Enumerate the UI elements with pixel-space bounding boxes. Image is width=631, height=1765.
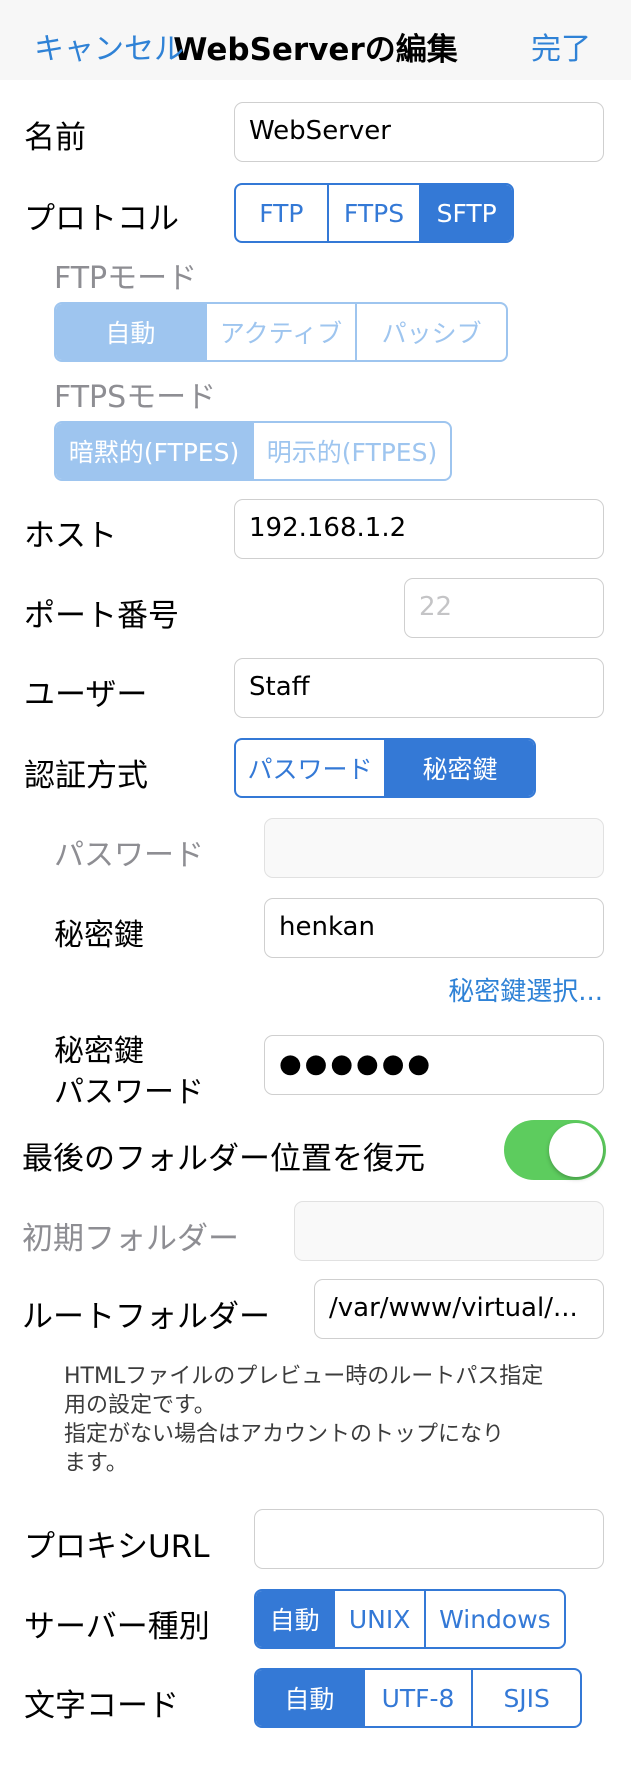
protocol-label: プロトコル: [24, 201, 179, 237]
password-label: パスワード: [54, 838, 204, 873]
charset-option-sjis[interactable]: SJIS: [471, 1670, 580, 1726]
ftps-mode-label: FTPSモード: [54, 380, 217, 415]
name-label: 名前: [24, 120, 86, 156]
root-folder-note-line: HTMLファイルのプレビュー時のルートパス指定: [64, 1364, 544, 1389]
initial-folder-field[interactable]: [294, 1201, 604, 1261]
auth-method-segmented-control: パスワード 秘密鍵: [234, 738, 536, 798]
name-field[interactable]: WebServer: [234, 102, 604, 162]
proxy-url-label: プロキシURL: [24, 1529, 210, 1565]
auth-option-password[interactable]: パスワード: [236, 740, 384, 796]
auth-option-private-key[interactable]: 秘密鍵: [384, 740, 534, 796]
ftp-mode-option-auto[interactable]: 自動: [56, 304, 205, 360]
user-field[interactable]: Staff: [234, 658, 604, 718]
server-type-option-windows[interactable]: Windows: [423, 1591, 564, 1647]
charset-segmented-control: 自動 UTF-8 SJIS: [254, 1668, 582, 1728]
root-folder-note-line: 指定がない場合はアカウントのトップになり: [64, 1422, 505, 1447]
server-type-label: サーバー種別: [24, 1609, 210, 1645]
auth-method-label: 認証方式: [24, 758, 148, 794]
restore-folder-toggle[interactable]: [504, 1120, 606, 1180]
port-field[interactable]: 22: [404, 578, 604, 638]
ftps-mode-segmented-control: 暗黙的(FTPES) 明示的(FTPES): [54, 421, 452, 481]
charset-option-auto[interactable]: 自動: [256, 1670, 363, 1726]
server-type-option-auto[interactable]: 自動: [256, 1591, 334, 1647]
toggle-knob: [549, 1123, 603, 1177]
charset-option-utf8[interactable]: UTF-8: [362, 1670, 472, 1726]
port-label: ポート番号: [24, 598, 179, 634]
root-folder-note-line: ます。: [64, 1451, 128, 1476]
key-password-label-line1: 秘密鍵: [54, 1034, 144, 1069]
private-key-field[interactable]: henkan: [264, 898, 604, 958]
ftps-mode-option-explicit[interactable]: 明示的(FTPES): [252, 423, 450, 479]
key-password-label-line2: パスワード: [54, 1075, 204, 1110]
root-folder-note-line: 用の設定です。: [64, 1393, 216, 1418]
protocol-segmented-control: FTP FTPS SFTP: [234, 183, 514, 243]
private-key-label: 秘密鍵: [54, 918, 144, 953]
done-button[interactable]: 完了: [531, 24, 591, 68]
ftp-mode-segmented-control: 自動 アクティブ パッシブ: [54, 302, 508, 362]
cancel-button[interactable]: キャンセル: [34, 24, 184, 68]
host-field[interactable]: 192.168.1.2: [234, 499, 604, 559]
protocol-option-sftp[interactable]: SFTP: [419, 185, 512, 241]
protocol-option-ftp[interactable]: FTP: [236, 185, 327, 241]
ftps-mode-option-implicit[interactable]: 暗黙的(FTPES): [56, 423, 252, 479]
ftp-mode-option-active[interactable]: アクティブ: [204, 304, 356, 360]
password-field[interactable]: [264, 818, 604, 878]
restore-folder-label: 最後のフォルダー位置を復元: [22, 1141, 425, 1177]
ftp-mode-label: FTPモード: [54, 261, 198, 296]
protocol-option-ftps[interactable]: FTPS: [326, 185, 420, 241]
root-folder-note: HTMLファイルのプレビュー時のルートパス指定 用の設定です。 指定がない場合は…: [64, 1362, 604, 1478]
ftp-mode-option-passive[interactable]: パッシブ: [355, 304, 506, 360]
proxy-url-field[interactable]: [254, 1509, 604, 1569]
host-label: ホスト: [24, 518, 117, 554]
user-label: ユーザー: [24, 677, 148, 713]
select-private-key-link[interactable]: 秘密鍵選択...: [448, 971, 603, 1008]
root-folder-field[interactable]: /var/www/virtual/...: [314, 1279, 604, 1339]
key-password-field[interactable]: ●●●●●●: [264, 1035, 604, 1095]
charset-label: 文字コード: [24, 1688, 179, 1724]
root-folder-label: ルートフォルダー: [22, 1299, 270, 1335]
initial-folder-label: 初期フォルダー: [22, 1221, 239, 1257]
server-type-segmented-control: 自動 UNIX Windows: [254, 1589, 566, 1649]
server-type-option-unix[interactable]: UNIX: [333, 1591, 423, 1647]
